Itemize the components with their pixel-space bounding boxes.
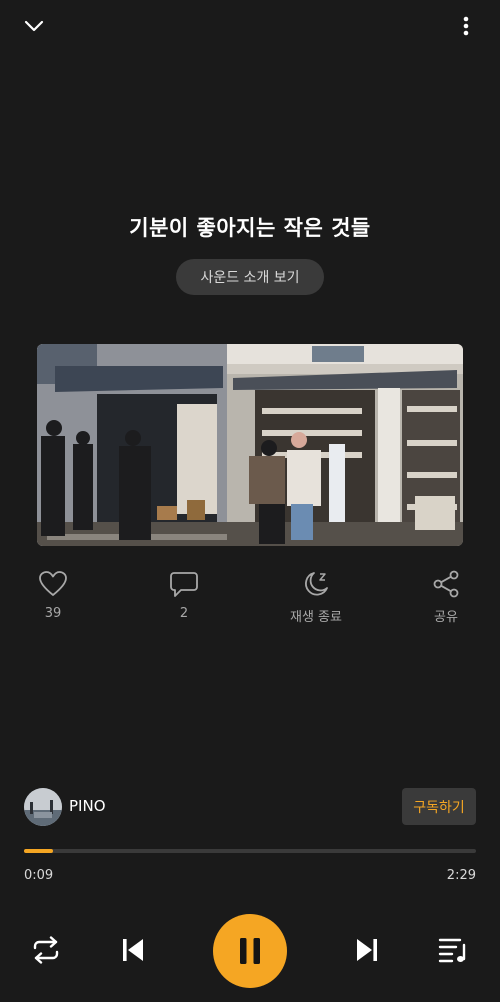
heart-icon (39, 571, 67, 596)
sleep-timer-button[interactable]: 재생 종료 (281, 570, 351, 625)
repeat-icon (33, 936, 59, 964)
author-name[interactable]: PINO (69, 797, 106, 815)
collapse-button[interactable] (18, 12, 50, 40)
sleep-timer-label: 재생 종료 (290, 610, 342, 625)
playlist-button[interactable] (435, 932, 471, 968)
comment-icon (170, 572, 198, 597)
play-pause-button[interactable] (213, 914, 287, 988)
previous-button[interactable] (114, 932, 150, 968)
share-label: 공유 (434, 610, 458, 625)
chevron-down-icon (24, 20, 44, 32)
current-time: 0:09 (24, 868, 54, 883)
share-icon (433, 570, 459, 598)
skip-next-icon (357, 939, 377, 961)
like-count: 39 (44, 606, 62, 621)
author-avatar[interactable] (24, 788, 62, 826)
sound-intro-button[interactable]: 사운드 소개 보기 (176, 259, 324, 295)
repeat-button[interactable] (28, 932, 64, 968)
episode-title: 기분이 좋아지는 작은 것들 (129, 216, 371, 240)
total-time: 2:29 (446, 868, 476, 883)
like-button[interactable]: 39 (18, 570, 88, 621)
more-options-button[interactable] (452, 12, 480, 40)
progress-bar[interactable] (24, 849, 476, 853)
comment-count: 2 (179, 606, 189, 621)
share-button[interactable]: 공유 (411, 570, 481, 625)
moon-icon (305, 572, 328, 596)
next-button[interactable] (350, 932, 386, 968)
playlist-icon (438, 938, 466, 963)
more-vertical-icon (463, 16, 469, 36)
pause-icon (240, 938, 260, 964)
subscribe-button[interactable]: 구독하기 (402, 788, 476, 825)
cover-image (37, 344, 463, 546)
progress-fill (24, 849, 54, 853)
skip-previous-icon (123, 939, 143, 961)
comment-button[interactable]: 2 (149, 570, 219, 621)
